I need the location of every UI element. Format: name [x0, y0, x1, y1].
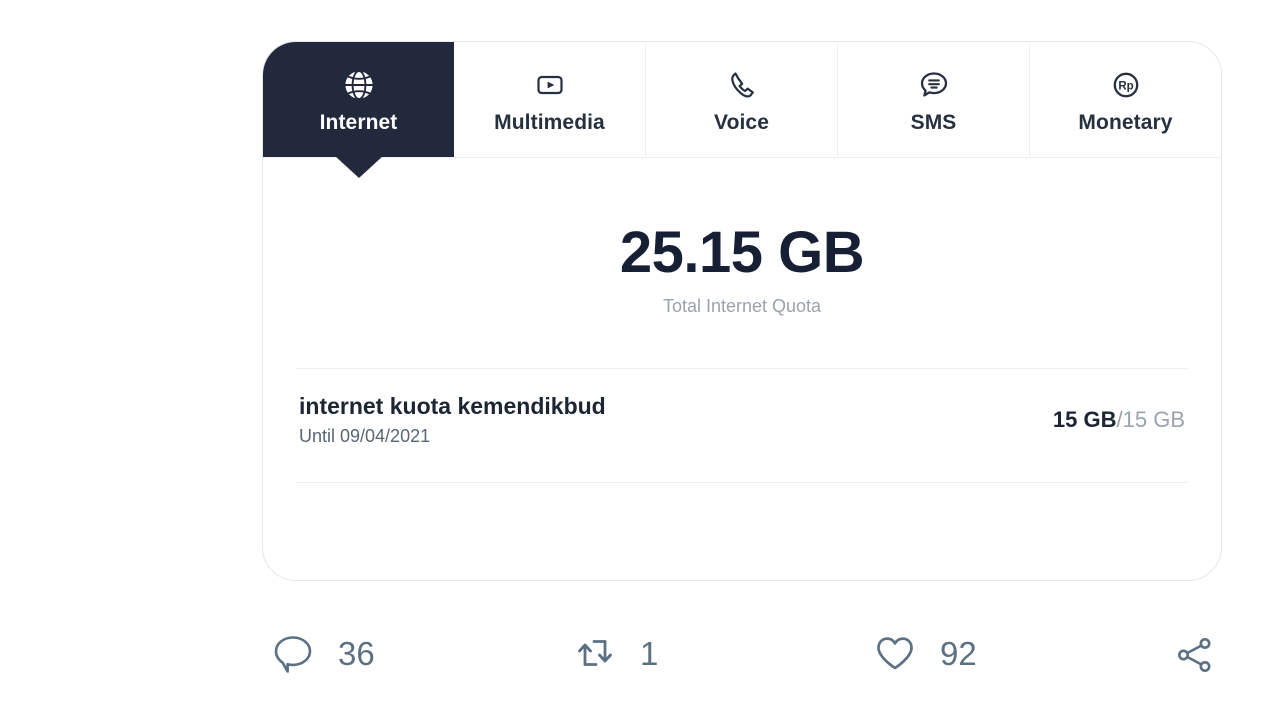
retweet-icon	[572, 630, 618, 676]
quota-summary: 25.15 GB Total Internet Quota	[263, 158, 1221, 316]
tab-internet[interactable]: Internet	[263, 42, 454, 178]
share-button[interactable]	[1172, 632, 1218, 678]
quota-list-item[interactable]: internet kuota kemendikbud Until 09/04/2…	[263, 369, 1221, 446]
quota-item-amount: 15 GB/15 GB	[1053, 409, 1185, 431]
tweet-action-bar: 36 1 92	[262, 612, 1222, 698]
quota-card: Internet Multimedia Voice SMS Rp Monetar…	[262, 41, 1222, 581]
tab-monetary[interactable]: Rp Monetary	[1030, 42, 1221, 157]
total-quota-value: 25.15 GB	[619, 220, 865, 285]
repost-button[interactable]: 1	[572, 630, 658, 676]
quota-item-name: internet kuota kemendikbud	[299, 393, 606, 419]
chat-bubble-icon	[917, 67, 951, 103]
rupiah-circle-icon: Rp	[1109, 67, 1143, 103]
divider-bottom	[296, 482, 1188, 483]
reply-button[interactable]: 36	[270, 630, 375, 676]
tab-voice[interactable]: Voice	[646, 42, 838, 157]
tab-multimedia[interactable]: Multimedia	[454, 42, 646, 157]
globe-icon	[342, 67, 376, 103]
heart-icon	[872, 630, 918, 676]
share-icon	[1172, 632, 1218, 678]
like-count: 92	[940, 634, 977, 672]
rupiah-icon-text: Rp	[1118, 80, 1133, 92]
total-quota-caption: Total Internet Quota	[662, 296, 822, 316]
tab-sms[interactable]: SMS	[838, 42, 1030, 157]
video-play-icon	[533, 67, 567, 103]
tab-internet-label: Internet	[319, 110, 398, 134]
tab-bar: Internet Multimedia Voice SMS Rp Monetar…	[263, 42, 1221, 178]
repost-count: 1	[640, 634, 659, 672]
reply-icon	[270, 630, 316, 676]
tab-sms-label: SMS	[910, 110, 957, 134]
tab-monetary-label: Monetary	[1078, 110, 1173, 134]
active-tab-pointer	[334, 156, 383, 178]
quota-item-used: 15 GB	[1052, 407, 1117, 432]
quota-item-expiry: Until 09/04/2021	[299, 426, 431, 446]
reply-count: 36	[338, 634, 375, 672]
screenshot-stage: Internet Multimedia Voice SMS Rp Monetar…	[0, 0, 1280, 718]
tab-voice-label: Voice	[714, 110, 769, 134]
tab-multimedia-label: Multimedia	[494, 110, 605, 134]
like-button[interactable]: 92	[872, 630, 977, 676]
quota-item-info: internet kuota kemendikbud Until 09/04/2…	[299, 393, 606, 446]
phone-icon	[725, 67, 759, 103]
quota-item-total: 15 GB	[1122, 407, 1185, 432]
